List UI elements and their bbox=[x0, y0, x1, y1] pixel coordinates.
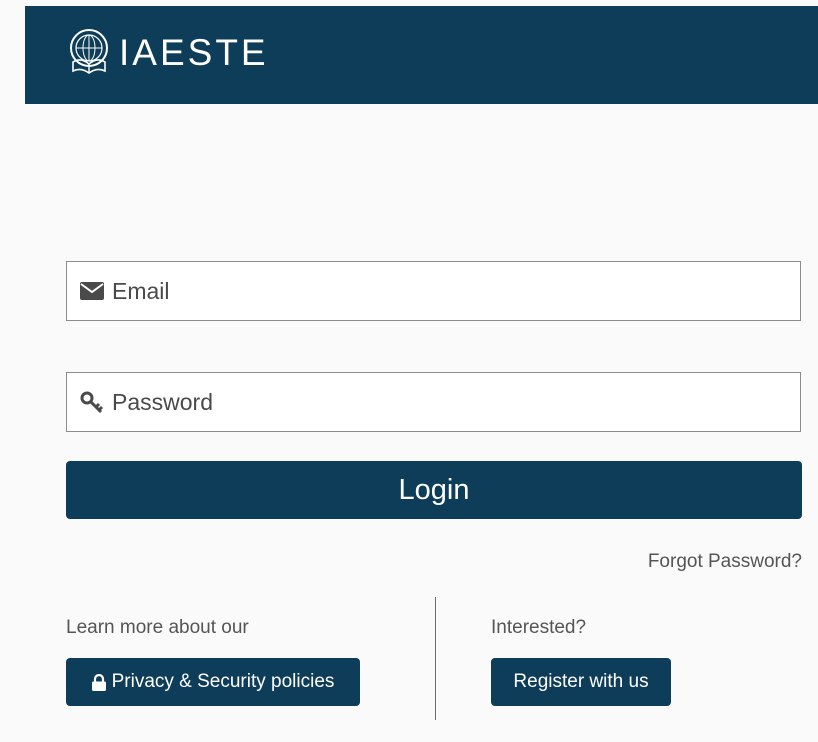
login-button[interactable]: Login bbox=[66, 461, 802, 519]
vertical-divider bbox=[435, 597, 436, 720]
privacy-policies-button[interactable]: Privacy & Security policies bbox=[66, 658, 360, 706]
key-icon bbox=[80, 390, 104, 414]
password-field[interactable] bbox=[66, 372, 801, 432]
password-input[interactable] bbox=[112, 373, 800, 431]
brand-logo[interactable]: IAESTE bbox=[63, 26, 269, 78]
envelope-icon bbox=[80, 279, 104, 303]
privacy-caption: Learn more about our bbox=[66, 617, 249, 638]
email-field[interactable] bbox=[66, 261, 801, 321]
brand-name: IAESTE bbox=[119, 31, 269, 73]
lock-icon bbox=[91, 673, 106, 691]
forgot-password-link[interactable]: Forgot Password? bbox=[648, 551, 802, 573]
email-input[interactable] bbox=[112, 262, 800, 320]
top-header-bar: IAESTE bbox=[25, 6, 818, 104]
iaeste-emblem-icon bbox=[70, 29, 108, 74]
register-button[interactable]: Register with us bbox=[491, 658, 671, 706]
interested-caption: Interested? bbox=[491, 617, 587, 638]
privacy-button-label: Privacy & Security policies bbox=[111, 671, 335, 692]
